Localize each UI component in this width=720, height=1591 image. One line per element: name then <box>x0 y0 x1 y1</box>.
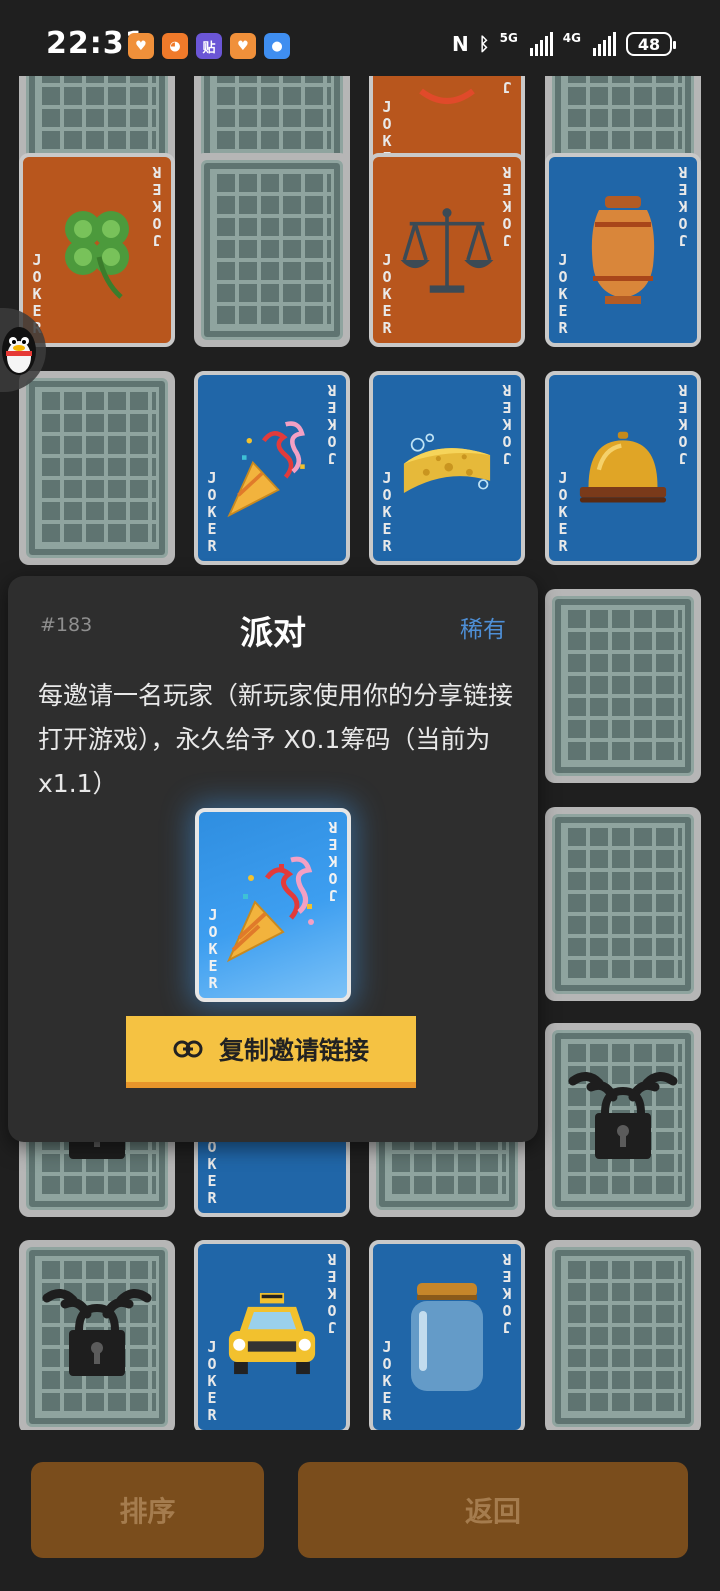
copy-invite-link-label: 复制邀请链接 <box>218 1036 369 1065</box>
network-5g-label: 5G <box>499 31 518 45</box>
card-detail-popup: #183 派对 稀有 每邀请一名玩家（新玩家使用你的分享链接打开游戏），永久给予… <box>8 576 538 1142</box>
joker-label: JOKER <box>327 1250 337 1336</box>
card-back-pattern <box>552 814 694 994</box>
squirrel-app-icon: ◕ <box>162 33 188 59</box>
party-popper-icon <box>221 848 331 972</box>
four-leaf-clover-icon <box>47 187 147 313</box>
battery-icon: 48 <box>626 32 676 56</box>
status-indicators: N ᛒ 5G 4G 48 <box>452 31 676 56</box>
tieba-app-icon: 贴 <box>196 33 222 59</box>
card-back[interactable] <box>545 1240 701 1430</box>
joker-label: JOKER <box>152 163 162 249</box>
party-popper-icon <box>222 405 322 531</box>
rarity-label: 稀有 <box>460 617 506 643</box>
taxi-icon <box>222 1274 322 1400</box>
bottom-bar: 排序 返回 <box>0 1430 720 1591</box>
card-back[interactable] <box>194 153 350 347</box>
tieba-app-glyph: 贴 <box>202 40 216 56</box>
sort-button-label: 排序 <box>119 1495 176 1528</box>
card-back[interactable] <box>19 371 175 565</box>
heart-app-icon: ♥ <box>230 33 256 59</box>
urn-icon <box>573 187 673 313</box>
joker-card[interactable]: JOKER JOKER <box>369 1240 525 1430</box>
planet-app-icon: ● <box>264 33 290 59</box>
chain-lock-icon <box>39 1280 155 1390</box>
joker-label: JOKER <box>207 1338 217 1424</box>
joker-label: JOKER <box>207 469 217 555</box>
joker-label: JOKER <box>502 76 512 96</box>
heart-app-icon: ♥ <box>128 33 154 59</box>
sort-button[interactable]: 排序 <box>31 1462 264 1558</box>
link-icon <box>173 1040 203 1058</box>
joker-label: JOKER <box>502 1250 512 1336</box>
joker-label: JOKER <box>382 1338 392 1424</box>
jar-icon <box>397 1274 497 1400</box>
joker-card[interactable]: JOKER JOKER <box>545 371 701 565</box>
joker-card[interactable]: JOKER JOKER <box>194 371 350 565</box>
back-button[interactable]: 返回 <box>298 1462 688 1558</box>
joker-card[interactable]: JOKER JOKER <box>194 1240 350 1430</box>
card-title: 派对 <box>240 613 306 652</box>
qq-penguin-icon <box>2 327 36 375</box>
locked-card[interactable] <box>19 1240 175 1430</box>
status-bar: 22:31 ♥ ◕ 贴 ♥ ● N ᛒ 5G 4G 48 <box>0 0 720 76</box>
notification-icons: ♥ ◕ 贴 ♥ ● <box>128 33 290 59</box>
joker-label: JOKER <box>382 251 392 337</box>
card-back-pattern <box>201 160 343 340</box>
card-description: 每邀请一名玩家（新玩家使用你的分享链接打开游戏），永久给予 X0.1筹码（当前为… <box>38 681 514 798</box>
battery-level: 48 <box>637 34 661 54</box>
locked-card[interactable] <box>545 1023 701 1217</box>
joker-label: JOKER <box>208 906 218 992</box>
sponge-icon <box>397 405 497 531</box>
joker-label: JOKER <box>327 381 337 467</box>
card-back-pattern <box>552 596 694 776</box>
nfc-icon: N <box>452 32 469 56</box>
joker-label: JOKER <box>678 381 688 467</box>
card-back-pattern <box>26 378 168 558</box>
joker-card[interactable]: JOKER JOKER <box>545 153 701 347</box>
card-preview: JOKER JOKER <box>195 808 351 1002</box>
joker-card[interactable]: JOKERJOKER <box>19 153 175 347</box>
cut-off-icon <box>397 76 497 160</box>
signal-strength-icon <box>529 32 553 56</box>
joker-card[interactable]: JOKER JOKER <box>369 153 525 347</box>
card-back-pattern <box>552 1247 694 1427</box>
joker-label: JOKER <box>382 469 392 555</box>
copy-invite-link-button[interactable]: 复制邀请链接 <box>126 1016 416 1088</box>
service-bell-icon <box>573 405 673 531</box>
network-4g-label: 4G <box>562 31 581 45</box>
signal-strength-icon <box>593 32 616 56</box>
card-back[interactable] <box>545 589 701 783</box>
joker-label: JOKER <box>558 251 568 337</box>
card-back[interactable] <box>545 807 701 1001</box>
joker-label: JOKER <box>502 381 512 467</box>
bluetooth-icon: ᛒ <box>478 33 490 55</box>
back-button-label: 返回 <box>464 1495 521 1528</box>
joker-label: JOKER <box>502 163 512 249</box>
joker-label: JOKER <box>558 469 568 555</box>
chain-lock-icon <box>565 1063 681 1173</box>
joker-card[interactable]: JOKER JOKER <box>369 371 525 565</box>
joker-label: JOKER <box>678 163 688 249</box>
balance-scale-icon <box>397 187 497 313</box>
